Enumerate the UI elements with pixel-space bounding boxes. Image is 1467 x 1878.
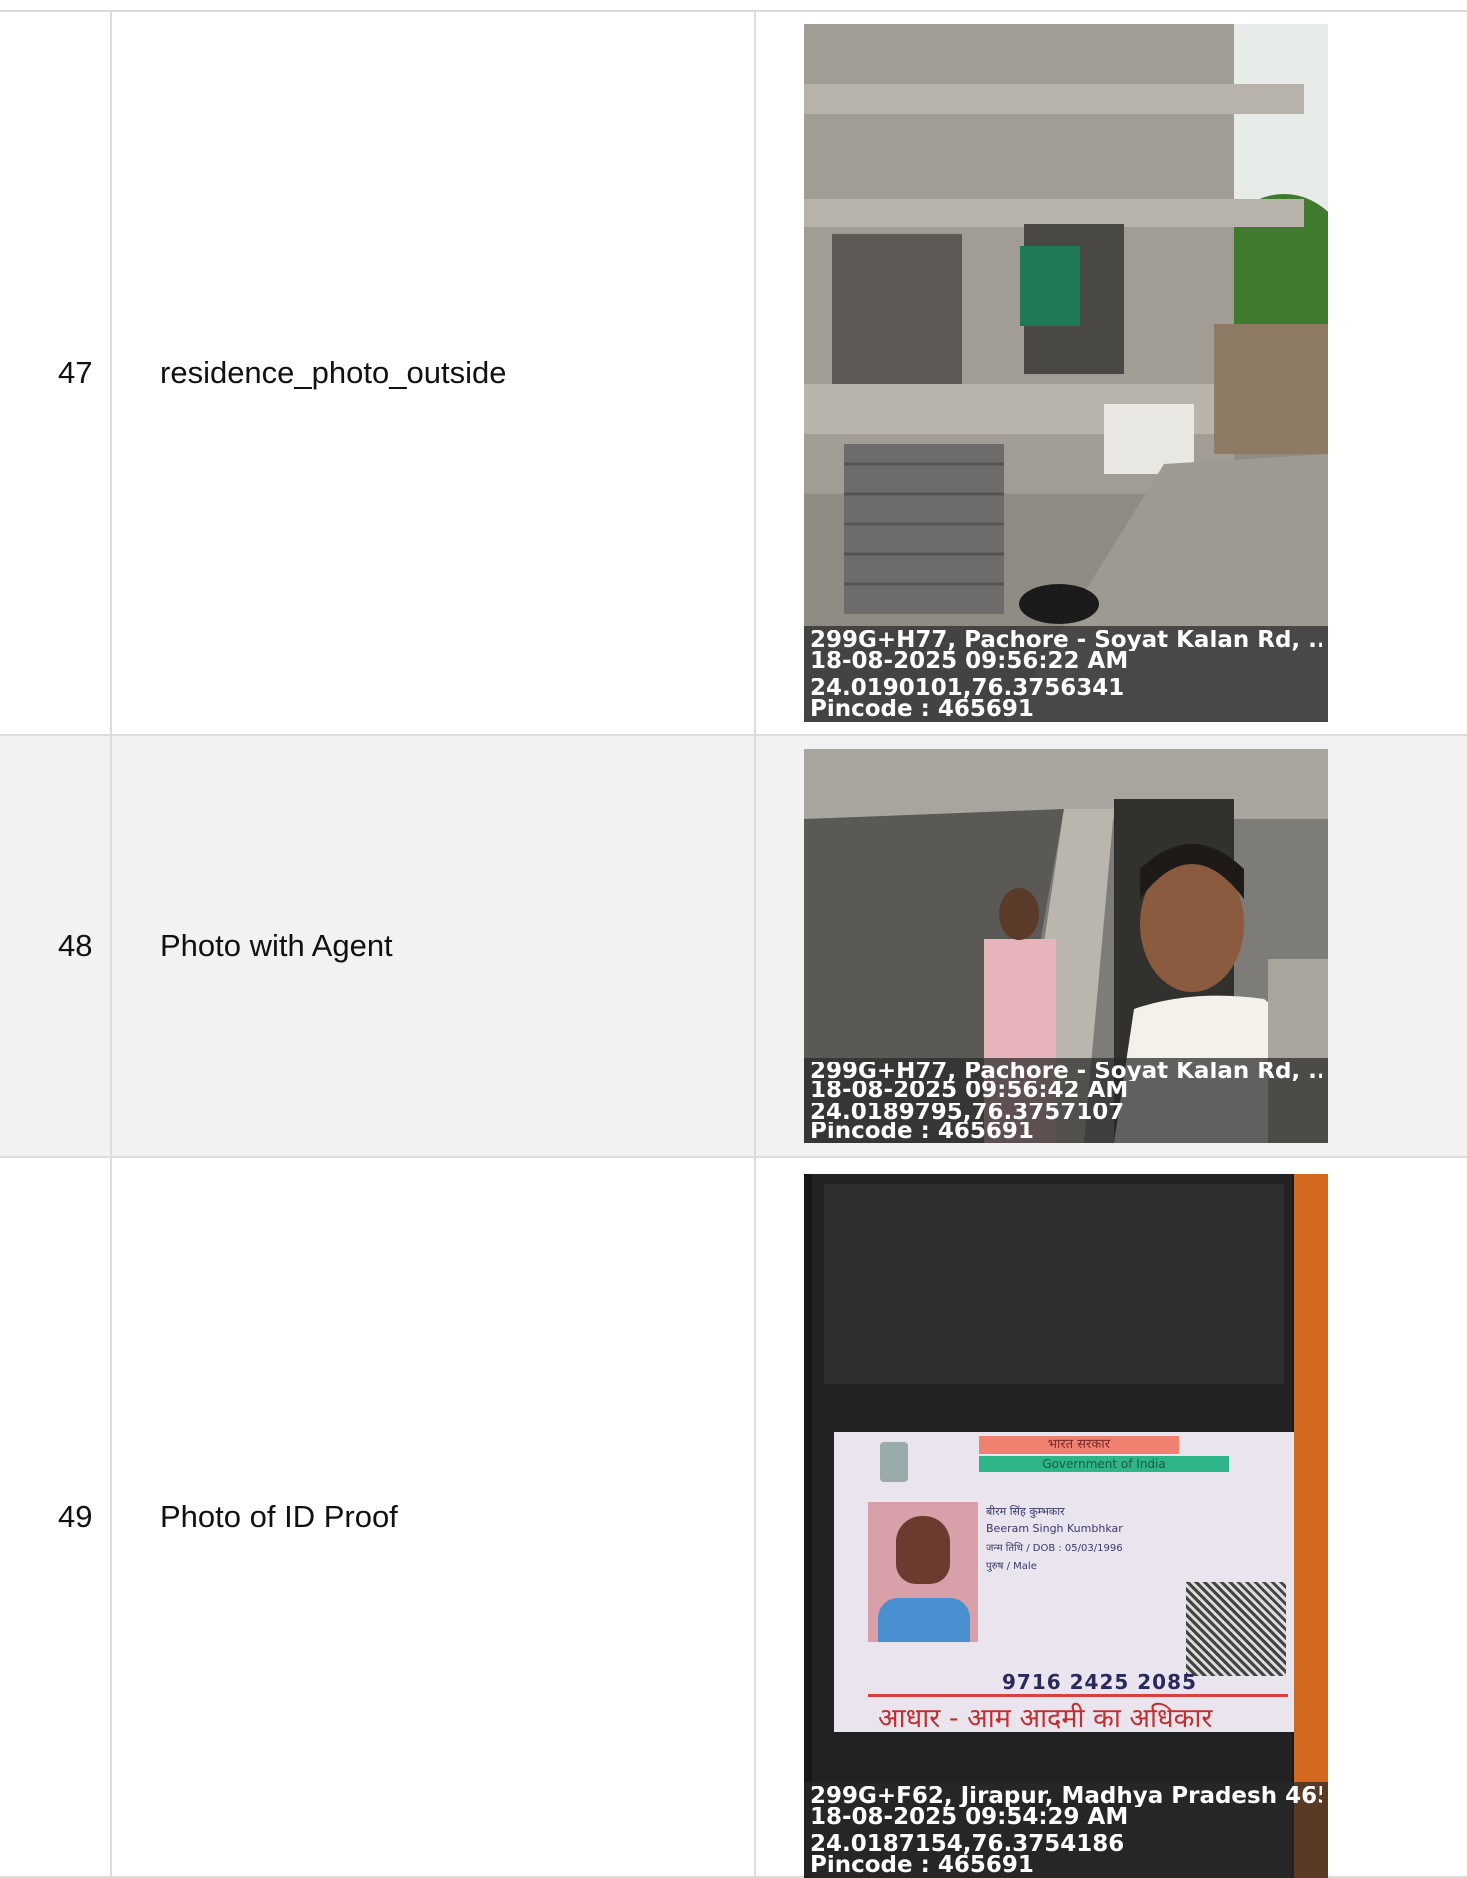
stamp-coords: 24.0187154,76.3754186 bbox=[810, 1834, 1125, 1855]
stamp-coords: 24.0189795,76.3757107 bbox=[810, 1103, 1125, 1122]
geo-stamp: 299G+H77, Pachore - Soyat Kalan Rd, ... … bbox=[804, 626, 1328, 722]
stamp-datetime: 18-08-2025 09:54:29 AM bbox=[810, 1807, 1129, 1828]
photo-cell: 299G+H77, Pachore - Soyat Kalan Rd, ... … bbox=[756, 12, 1467, 734]
stamp-coords: 24.0190101,76.3756341 bbox=[810, 678, 1125, 699]
row-label: residence_photo_outside bbox=[112, 12, 756, 734]
aadhaar-card: भारत सरकार Government of India बीरम सिंह… bbox=[834, 1432, 1294, 1734]
table-row: 49 Photo of ID Proof भारत सरकार Governme… bbox=[0, 1158, 1467, 1878]
card-gender: पुरुष / Male bbox=[986, 1561, 1037, 1572]
card-divider bbox=[868, 1694, 1288, 1697]
row-number: 47 bbox=[0, 12, 112, 734]
card-name-hindi: बीरम सिंह कुम्भकार bbox=[986, 1505, 1065, 1518]
emblem-icon bbox=[880, 1442, 908, 1482]
id-proof-photo[interactable]: भारत सरकार Government of India बीरम सिंह… bbox=[804, 1174, 1328, 1878]
card-name-english: Beeram Singh Kumbhkar bbox=[986, 1522, 1123, 1535]
stamp-datetime: 18-08-2025 09:56:42 AM bbox=[810, 1081, 1129, 1100]
card-number: 9716 2425 2085 bbox=[1002, 1670, 1197, 1694]
card-header-hindi: भारत सरकार bbox=[979, 1436, 1179, 1454]
stamp-address: 299G+H77, Pachore - Soyat Kalan Rd, ... bbox=[810, 630, 1322, 651]
stamp-address: 299G+H77, Pachore - Soyat Kalan Rd, ... bbox=[810, 1062, 1322, 1081]
table-row: 47 residence_photo_outside 299G+H77, Pac… bbox=[0, 12, 1467, 736]
card-dob: जन्म तिथि / DOB : 05/03/1996 bbox=[986, 1543, 1123, 1554]
stamp-pincode: Pincode : 465691 bbox=[810, 1855, 1034, 1876]
photo-cell: भारत सरकार Government of India बीरम सिंह… bbox=[756, 1158, 1467, 1878]
documents-table: 47 residence_photo_outside 299G+H77, Pac… bbox=[0, 10, 1467, 1878]
agent-photo[interactable]: 299G+H77, Pachore - Soyat Kalan Rd, ... … bbox=[804, 749, 1328, 1143]
row-number: 48 bbox=[0, 736, 112, 1156]
row-number: 49 bbox=[0, 1158, 112, 1876]
row-label: Photo of ID Proof bbox=[112, 1158, 756, 1876]
card-header-english: Government of India bbox=[979, 1456, 1229, 1472]
residence-photo[interactable]: 299G+H77, Pachore - Soyat Kalan Rd, ... … bbox=[804, 24, 1328, 722]
card-slogan: आधार - आम आदमी का अधिकार bbox=[878, 1703, 1213, 1734]
photo-cell: 299G+H77, Pachore - Soyat Kalan Rd, ... … bbox=[756, 736, 1467, 1156]
qr-code-icon bbox=[1186, 1582, 1286, 1676]
stamp-address: 299G+F62, Jirapur, Madhya Pradesh 465691 bbox=[810, 1786, 1322, 1807]
geo-stamp: 299G+H77, Pachore - Soyat Kalan Rd, ... … bbox=[804, 1058, 1328, 1143]
geo-stamp: 299G+F62, Jirapur, Madhya Pradesh 465691… bbox=[804, 1782, 1328, 1878]
stamp-pincode: Pincode : 465691 bbox=[810, 1122, 1034, 1141]
stamp-datetime: 18-08-2025 09:56:22 AM bbox=[810, 651, 1129, 672]
row-label: Photo with Agent bbox=[112, 736, 756, 1156]
card-holder-photo bbox=[868, 1502, 978, 1642]
building-image bbox=[804, 24, 1328, 722]
table-row: 48 Photo with Agent 299G+H77, Pachore - … bbox=[0, 736, 1467, 1158]
stamp-pincode: Pincode : 465691 bbox=[810, 699, 1034, 720]
